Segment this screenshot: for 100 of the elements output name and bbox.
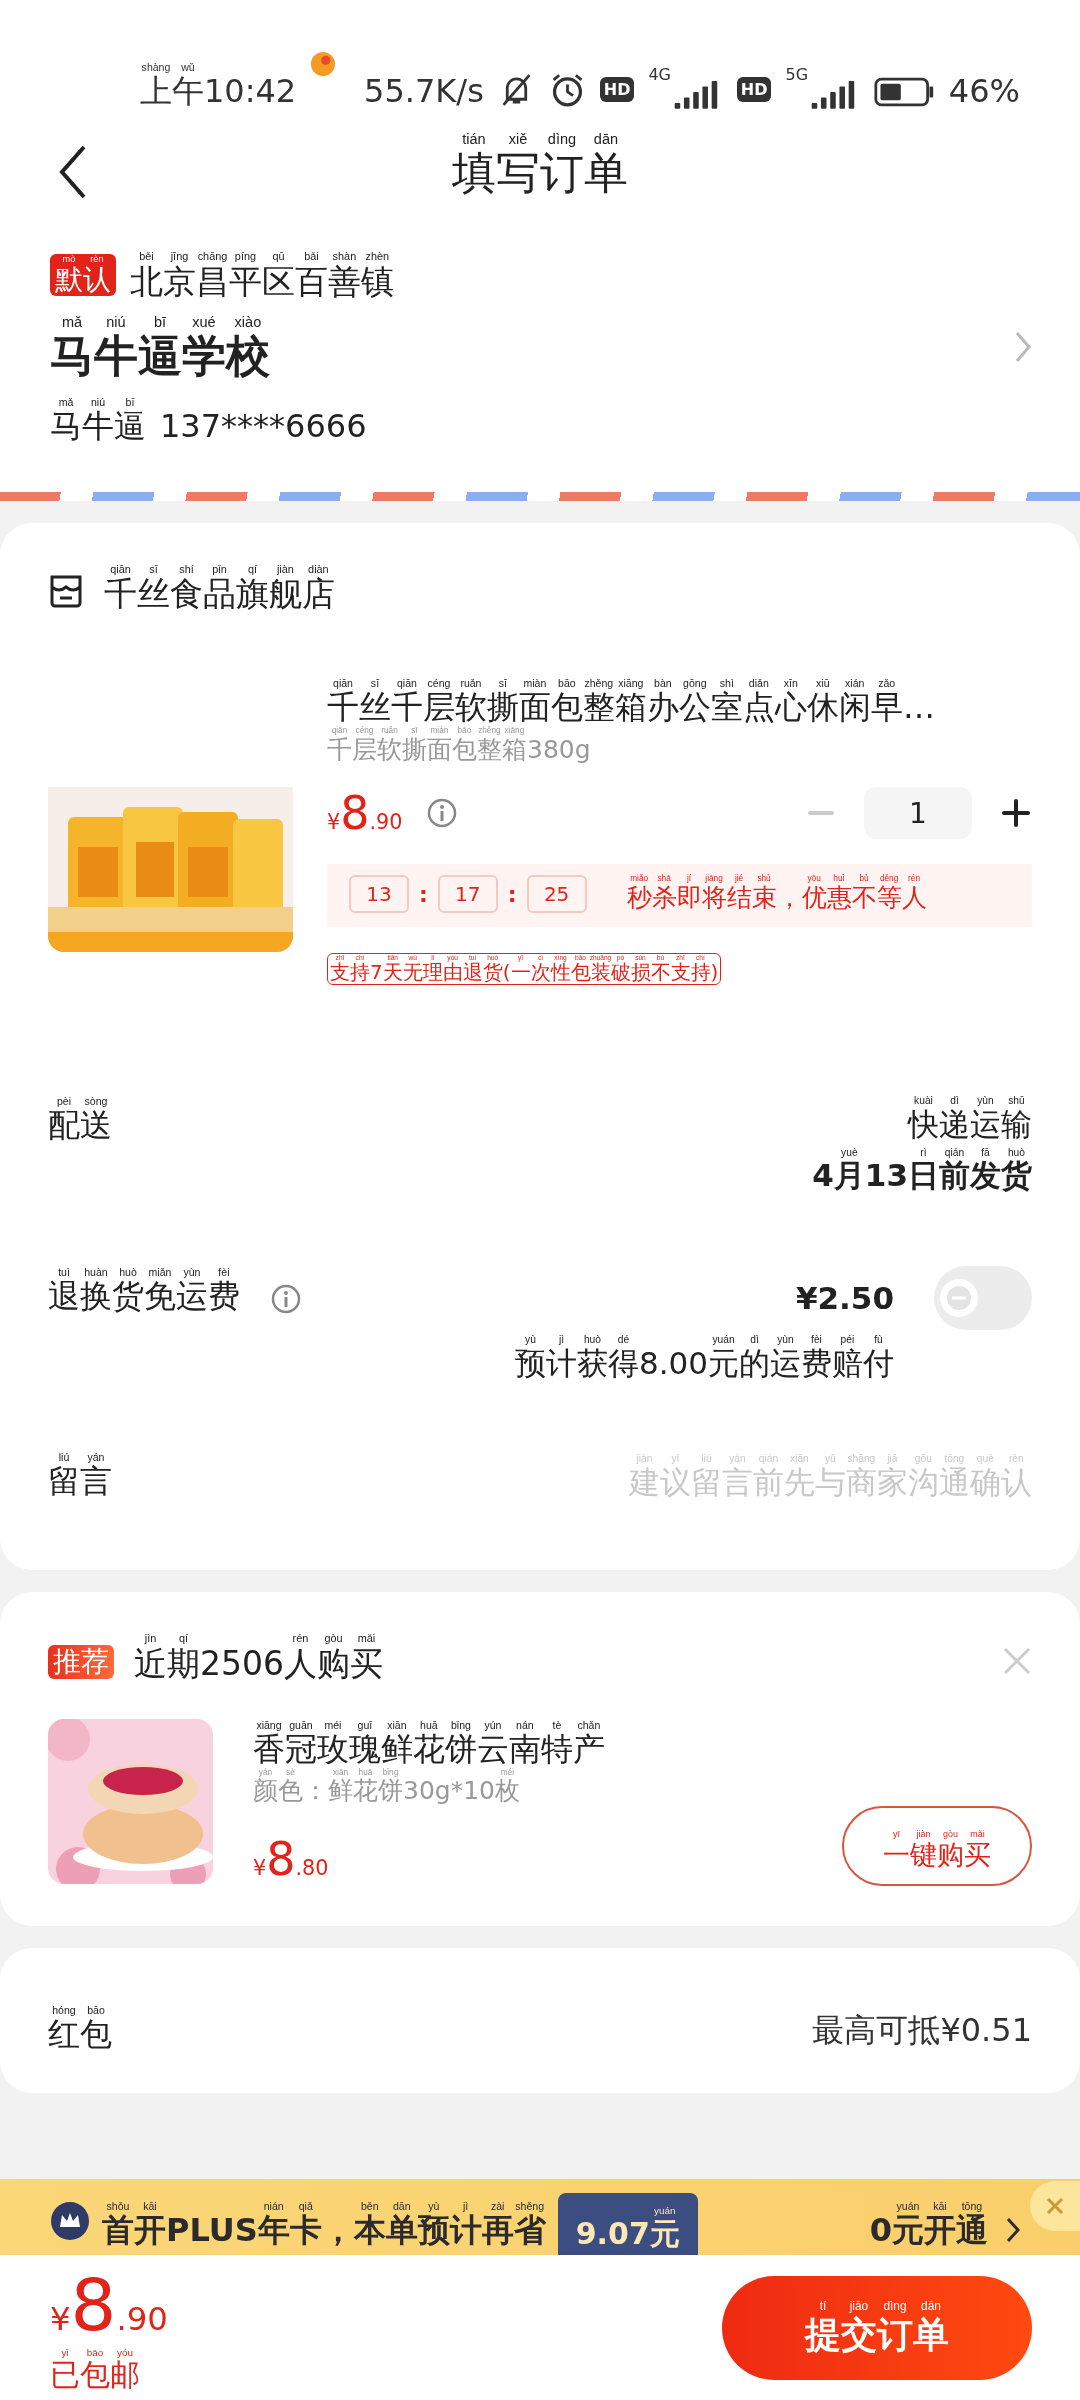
insurance-note: 8.00	[638, 1345, 708, 1382]
network-type: 4G	[648, 65, 671, 84]
info-icon[interactable]	[426, 797, 459, 830]
page-title: 填写订单	[452, 148, 628, 199]
recommend-title: 2506	[200, 1644, 284, 1683]
recommend-product-variant: ：	[303, 1777, 328, 1806]
clock-time: 10:42	[204, 73, 297, 110]
recommend-product-variant: 颜色	[253, 1777, 303, 1806]
countdown-message: 优惠不等人	[801, 883, 927, 913]
minus-icon	[806, 810, 836, 817]
product-spec: 千层软撕面包整箱	[327, 735, 527, 765]
address-region: 北京昌平区百善镇	[130, 262, 394, 301]
increase-button[interactable]	[1000, 797, 1032, 830]
delivery-date: 月	[833, 1158, 865, 1194]
savings-amount: 元	[649, 2216, 680, 2251]
product-title: 千丝千层软撕面包整箱办公室点心休闲早	[327, 689, 903, 727]
countdown-message: 秒杀即将结束	[626, 883, 777, 913]
minus-circle-icon	[946, 1284, 972, 1311]
coupon-label: 红包	[48, 2016, 112, 2053]
plus-promo-text: 本单预计再省	[353, 2212, 546, 2249]
countdown-message: ，	[776, 883, 802, 913]
return-policy-text: 7	[370, 961, 383, 985]
chevron-right-icon	[1014, 330, 1032, 365]
recommend-product-variant: 枚	[495, 1777, 520, 1806]
pinyin-annotation: yù jì huò dé	[524, 1333, 631, 1346]
pinyin-annotation: shàng wǔ	[140, 61, 196, 74]
pinyin-annotation: yuán	[653, 2205, 677, 2217]
delivery-method: 快递运输	[908, 1106, 1032, 1143]
hd-badge: HD	[736, 77, 772, 102]
pinyin-annotation: yuán dì yùn fèi péi fù	[711, 1333, 884, 1346]
pinyin-annotation: mǎ niú bī	[57, 395, 136, 408]
pinyin-annotation: kuài dì yùn shū	[913, 1095, 1026, 1107]
pinyin-annotation: qiān sī shí pǐn qí jiàn diàn	[109, 562, 330, 576]
recipient-name: 马牛逼	[50, 407, 146, 445]
back-icon[interactable]	[58, 144, 88, 200]
delivery-label: 配送	[48, 1107, 112, 1145]
pinyin-annotation: rén gòu mǎi	[291, 1632, 377, 1645]
pinyin-annotation: méi	[499, 1767, 516, 1778]
pinyin-annotation: hóng bāo	[51, 2003, 106, 2017]
pinyin-annotation: rì qián fā huò	[919, 1146, 1026, 1159]
delivery-date: 13	[864, 1158, 908, 1194]
clock-time: 上午	[140, 73, 204, 110]
return-shipping-label: 退换货免运费	[48, 1278, 240, 1315]
pinyin-annotation: jìn qí	[143, 1632, 189, 1645]
hd-badge: HD	[599, 77, 635, 102]
recommend-price: ¥8.80	[253, 1831, 329, 1886]
return-policy-text: 天无理由退货	[382, 961, 503, 985]
pinyin-annotation: miǎo shā jí jiāng jié shù	[629, 874, 772, 884]
open-plus-link[interactable]: 0 yuán kāi tōng 元开通	[869, 2200, 1020, 2249]
quantity-field[interactable]: 1	[864, 787, 972, 840]
recipient-phone: 137****6666	[160, 407, 367, 445]
plus-promo-text: ，	[321, 2212, 354, 2249]
crown-icon	[50, 2201, 90, 2241]
product-price: ¥8.90	[327, 786, 403, 841]
pinyin-annotation: liú yán	[57, 1451, 106, 1464]
countdown-digit: 13	[349, 874, 409, 913]
pinyin-annotation: mò rèn	[61, 253, 105, 265]
pinyin-annotation: yī jiàn gòu mǎi	[892, 1828, 986, 1839]
pinyin-annotation: qiān céng ruǎn sī miàn bāo zhěng xiāng	[330, 726, 526, 736]
info-icon[interactable]	[270, 1282, 302, 1315]
return-policy-text: )	[710, 961, 719, 985]
pinyin-annotation: xiāng guān méi guī xiān huā bǐng yún nán tè chǎn	[255, 1718, 602, 1731]
return-policy-text: (	[502, 961, 511, 985]
close-icon	[1045, 2196, 1065, 2216]
coupon-value[interactable]: 最高可抵¥0.51	[812, 2008, 1032, 2053]
pinyin-annotation: yǐ bāo yóu	[60, 2346, 134, 2358]
tag-label: 默认	[55, 264, 111, 297]
delivery-date: 4	[812, 1158, 834, 1194]
recommend-title: 近期	[134, 1644, 200, 1683]
insurance-note: 元的运费赔付	[708, 1345, 894, 1382]
recommend-product-variant: 30g*10	[403, 1777, 495, 1806]
plus-banner[interactable]: shǒu kāi 首开PLUS nián qiǎ 年卡， běn dān yù jì zài shěng 本单预计再省 9.07 yuán 元 0 yuán kāi tōng 元开通	[0, 2179, 1080, 2255]
countdown-separator: :	[507, 881, 517, 907]
notification-dot-icon	[310, 50, 337, 78]
total-price: ¥8.90	[50, 2262, 168, 2347]
insurance-note: 预计获得	[514, 1345, 639, 1382]
pinyin-annotation: běn dān yù jì zài shěng	[359, 2200, 545, 2213]
banner-close-button[interactable]	[1030, 2181, 1080, 2231]
pinyin-annotation: shǒu kāi	[105, 2200, 158, 2213]
shipping-note: 已包邮	[50, 2357, 140, 2393]
pinyin-annotation: yōu huì bù děng rén	[806, 874, 921, 884]
network-type: 5G	[785, 65, 809, 84]
pinyin-annotation: tián xiě dìng dān	[461, 131, 620, 149]
address-place: 马牛逼学校	[50, 331, 270, 382]
address-card[interactable]: mò rèn 默认 běi jīng chāng píng qū bǎi shàn zhèn 北京昌平区百善镇 mǎ niú bī xué xiào 马牛逼学校 mǎ niú bī 马牛逼 137****6666	[0, 220, 1080, 445]
recommend-title: 人购买	[284, 1644, 383, 1683]
pinyin-annotation: qiān sī qiān céng ruǎn sī miàn bāo zhěng xiāng bàn gōng shì diǎn xīn xiū xián zǎo	[332, 677, 897, 690]
buy-now-button[interactable]: yī jiàn gòu mǎi 一键购买	[842, 1805, 1032, 1886]
plus-promo-text: 年卡	[257, 2212, 322, 2249]
pinyin-annotation: yuán kāi tōng	[895, 2200, 984, 2213]
countdown-digit: 25	[526, 874, 587, 913]
return-policy-text: 支持	[330, 961, 370, 985]
plus-icon	[1000, 797, 1032, 830]
submit-order-button[interactable]: tí jiāo dìng dān 提交订单	[722, 2275, 1032, 2380]
message-label: 留言	[48, 1463, 112, 1501]
pinyin-annotation: yán sè	[258, 1767, 296, 1777]
store-name: 千丝食品旗舰店	[104, 575, 335, 614]
insurance-price: ¥2.50	[795, 1279, 894, 1316]
return-policy-text: 一次性包装破损不支持	[510, 961, 711, 985]
recommend-product-name: 香冠玫瑰鲜花饼云南特产	[253, 1730, 605, 1768]
